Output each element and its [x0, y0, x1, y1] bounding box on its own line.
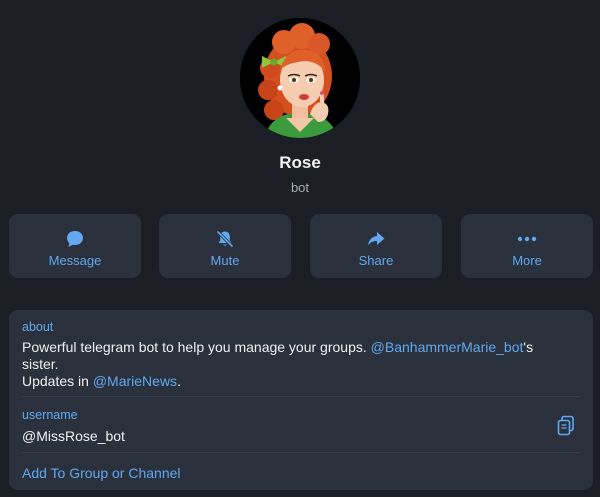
- share-button[interactable]: Share: [310, 214, 442, 278]
- more-button-label: More: [512, 253, 542, 268]
- bell-slash-icon: [216, 230, 234, 248]
- username-value[interactable]: @MissRose_bot: [22, 428, 125, 445]
- rose-avatar-illustration: [240, 18, 360, 138]
- add-to-group-button[interactable]: Add To Group or Channel: [22, 465, 181, 481]
- message-button[interactable]: Message: [9, 214, 141, 278]
- divider: [22, 452, 580, 453]
- about-label: about: [22, 320, 54, 334]
- info-card: about Powerful telegram bot to help you …: [9, 310, 593, 490]
- message-bubble-icon: [67, 231, 83, 247]
- share-button-label: Share: [358, 253, 394, 268]
- username-label: username: [22, 408, 78, 422]
- divider: [22, 396, 580, 397]
- more-button[interactable]: More: [461, 214, 593, 278]
- about-text-part: Updates in: [22, 373, 93, 389]
- action-bar: Message Mute Share More: [9, 214, 593, 278]
- avatar[interactable]: [240, 18, 360, 138]
- mute-button-label: Mute: [210, 253, 240, 268]
- about-text-part: .: [177, 373, 181, 389]
- message-button-label: Message: [48, 253, 102, 268]
- profile-name: Rose: [279, 153, 321, 172]
- profile-subtitle: bot: [290, 180, 310, 195]
- marienews-link[interactable]: @MarieNews: [93, 373, 177, 389]
- profile-page: Rose bot Message Mute Share More about P…: [0, 0, 600, 497]
- banhammer-link[interactable]: @BanhammerMarie_bot: [371, 339, 524, 355]
- more-dots-icon: [517, 236, 537, 242]
- share-arrow-icon: [368, 232, 385, 246]
- about-text-part: Powerful telegram bot to help you manage…: [22, 339, 371, 355]
- about-text: Powerful telegram bot to help you manage…: [22, 339, 562, 390]
- mute-button[interactable]: Mute: [159, 214, 291, 278]
- copy-icon[interactable]: [556, 415, 576, 437]
